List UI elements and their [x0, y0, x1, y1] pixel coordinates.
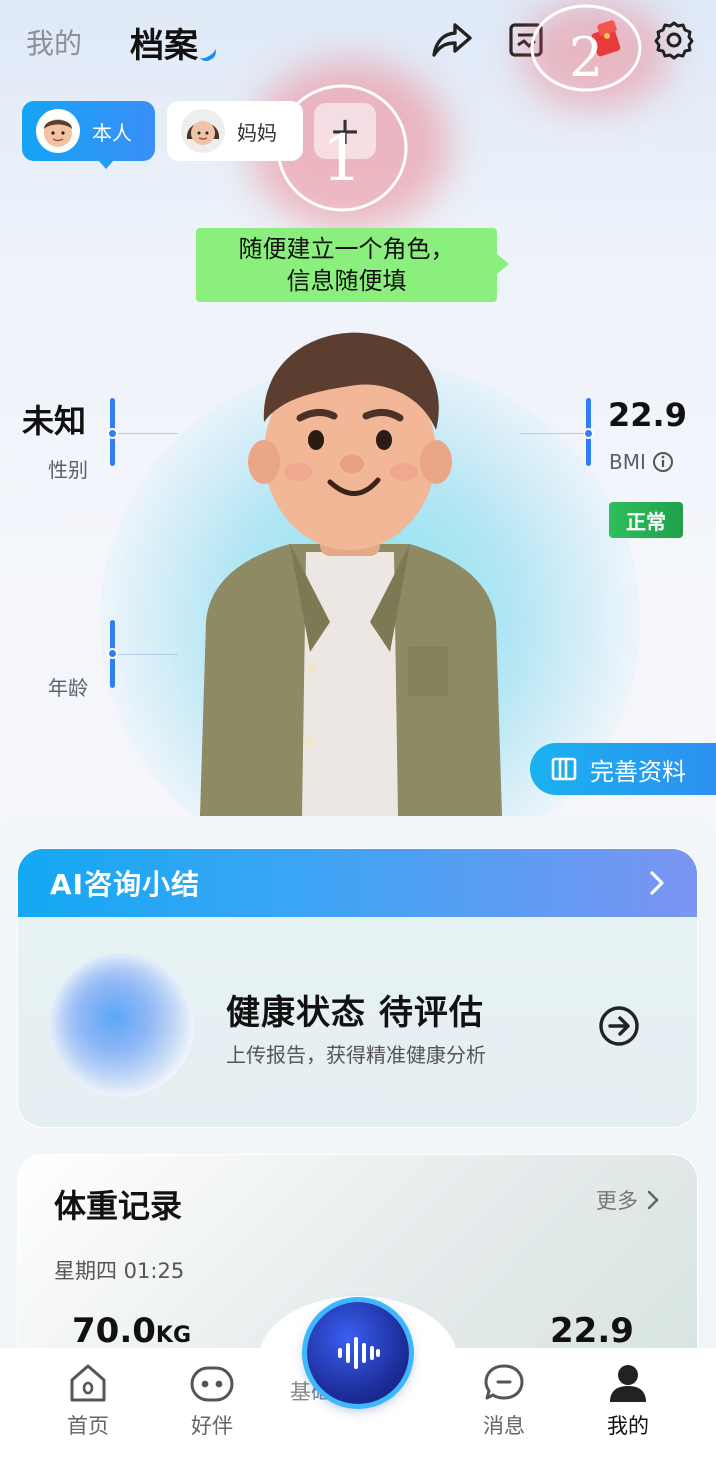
annotation-circle-1: 1	[276, 84, 408, 212]
voice-assistant-button[interactable]	[307, 1302, 409, 1404]
profile-book-icon	[551, 757, 577, 781]
weight-value: 70.0	[72, 1311, 156, 1351]
bmi-dot	[583, 428, 594, 439]
age-label: 年龄	[48, 676, 88, 700]
bmi-connector	[520, 433, 584, 434]
ai-summary-card[interactable]: AI咨询小结 健康状态 待评估 上传报告，获得精准健康分析	[17, 848, 698, 1128]
avatar-self	[36, 109, 80, 153]
tab-profile[interactable]: 档案	[130, 18, 198, 67]
weight-more-label: 更多	[596, 1189, 638, 1213]
nav-messages[interactable]: 消息	[459, 1362, 549, 1440]
chevron-right-icon	[650, 871, 664, 895]
nav-buddy[interactable]: 好伴	[167, 1362, 257, 1440]
tab-mine[interactable]: 我的	[26, 22, 82, 62]
age-connector	[118, 654, 178, 655]
nav-messages-label: 消息	[483, 1414, 525, 1438]
gender-value: 未知	[22, 402, 87, 440]
bmi-label: BMI	[609, 450, 646, 474]
complete-profile-button[interactable]: 完善资料	[530, 743, 716, 795]
voice-wave-icon	[338, 1337, 380, 1369]
member-label-self: 本人	[92, 120, 132, 145]
home-icon	[70, 1364, 106, 1402]
arrow-right-circle-icon[interactable]	[598, 1005, 640, 1047]
gender-connector	[118, 433, 178, 434]
annotation-mark-1: 1	[322, 122, 363, 196]
weight-value-row: 70.0KG	[72, 1311, 191, 1351]
share-icon[interactable]	[428, 16, 476, 64]
bmi-value: 22.9	[608, 396, 687, 434]
member-chip-self[interactable]: 本人	[22, 101, 155, 169]
weight-more-link[interactable]: 更多	[596, 1185, 660, 1215]
bmi-status-badge: 正常	[609, 502, 683, 538]
info-icon[interactable]	[652, 451, 674, 473]
tooltip-line-1: 随便建立一个角色，	[238, 235, 455, 263]
settings-icon[interactable]	[650, 16, 698, 64]
age-dot	[107, 648, 118, 659]
person-icon	[610, 1365, 646, 1402]
tab-active-indicator	[199, 48, 219, 64]
bmi-label-row[interactable]: BMI	[609, 450, 674, 474]
chevron-right-icon	[647, 1190, 659, 1210]
gender-label: 性别	[48, 458, 88, 482]
weight-record-title: 体重记录	[54, 1187, 183, 1225]
character-illustration	[200, 332, 502, 816]
nav-mine[interactable]: 我的	[583, 1362, 673, 1440]
health-status: 健康状态 待评估	[226, 993, 484, 1033]
weight-bmi-value: 22.9	[550, 1311, 634, 1351]
weight-record-date: 星期四 01:25	[54, 1259, 185, 1283]
annotation-circle-2: 2	[530, 4, 642, 92]
complete-profile-label: 完善资料	[590, 757, 686, 786]
avatar-mom	[181, 109, 225, 153]
robot-face-icon	[190, 1366, 234, 1402]
health-status-subtitle: 上传报告，获得精准健康分析	[226, 1043, 486, 1067]
nav-mine-label: 我的	[607, 1414, 649, 1438]
gender-dot	[107, 428, 118, 439]
tooltip-line-2: 信息随便填	[286, 267, 407, 295]
nav-home-label: 首页	[67, 1414, 109, 1438]
ai-summary-title: AI咨询小结	[50, 868, 201, 901]
message-bubble-icon	[484, 1364, 524, 1400]
weight-unit: KG	[155, 1323, 191, 1348]
annotation-mark-2: 2	[569, 26, 603, 89]
ai-summary-header[interactable]: AI咨询小结	[18, 849, 697, 917]
ai-orb-icon	[50, 953, 194, 1097]
nav-home[interactable]: 首页	[43, 1362, 133, 1440]
instruction-tooltip: 随便建立一个角色， 信息随便填	[196, 228, 509, 302]
nav-buddy-label: 好伴	[191, 1414, 233, 1438]
